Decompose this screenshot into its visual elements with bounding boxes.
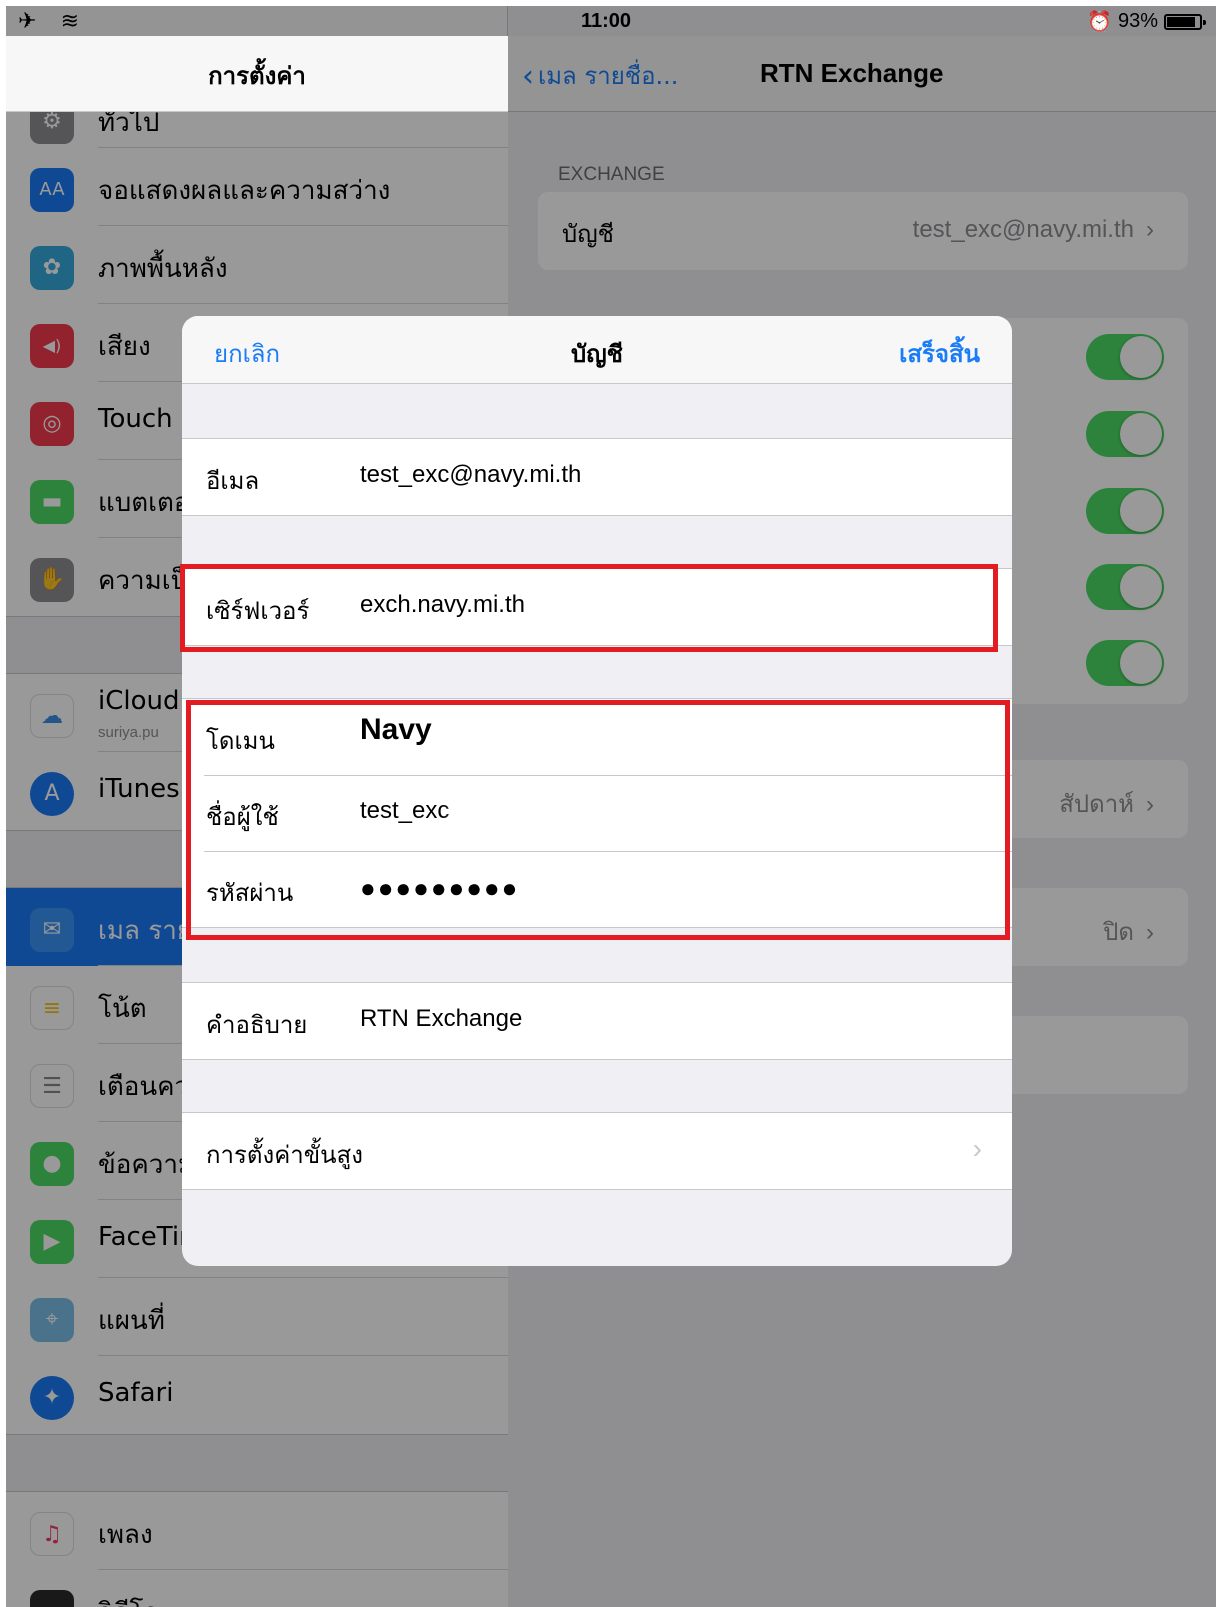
done-button[interactable]: เสร็จสิ้น bbox=[899, 334, 980, 373]
description-field[interactable]: RTN Exchange bbox=[360, 1005, 522, 1033]
alarm-icon: ⏰ bbox=[1087, 11, 1112, 33]
status-bar: ✈ ︎ ≋ 11:00 ⏰ 93% bbox=[6, 6, 1216, 36]
credentials-highlight-box bbox=[186, 700, 1010, 940]
modal-title: บัญชี bbox=[571, 340, 623, 368]
battery-icon bbox=[1164, 13, 1206, 30]
email-label: อีเมล bbox=[206, 467, 260, 495]
description-label: คำอธิบาย bbox=[206, 1011, 308, 1039]
master-nav-bar: การตั้งค่า bbox=[6, 36, 508, 112]
airplane-wifi-icon: ✈ ︎ ≋ bbox=[18, 8, 84, 33]
description-row[interactable]: คำอธิบาย RTN Exchange bbox=[182, 983, 1012, 1059]
ipad-screen: การตั้งค่า ⚙ ทั่วไป AA จอแสดงผลและความสว… bbox=[6, 6, 1216, 1607]
advanced-settings-label: การตั้งค่าขั้นสูง bbox=[206, 1141, 363, 1169]
email-row[interactable]: อีเมล test_exc@navy.mi.th bbox=[182, 439, 1012, 515]
battery-percent: 93% bbox=[1117, 10, 1158, 32]
advanced-settings-row[interactable]: การตั้งค่าขั้นสูง › bbox=[182, 1113, 1012, 1189]
server-highlight-box bbox=[180, 564, 998, 652]
status-time: 11:00 bbox=[581, 10, 632, 32]
battery-status: ⏰ 93% bbox=[1087, 9, 1206, 34]
chevron-right-icon: › bbox=[972, 1133, 982, 1164]
modal-nav-bar: ยกเลิก บัญชี เสร็จสิ้น bbox=[182, 316, 1012, 384]
description-group: คำอธิบาย RTN Exchange bbox=[182, 982, 1012, 1060]
master-title: การตั้งค่า bbox=[208, 62, 306, 90]
email-group: อีเมล test_exc@navy.mi.th bbox=[182, 438, 1012, 516]
email-field[interactable]: test_exc@navy.mi.th bbox=[360, 461, 581, 489]
advanced-group: การตั้งค่าขั้นสูง › bbox=[182, 1112, 1012, 1190]
